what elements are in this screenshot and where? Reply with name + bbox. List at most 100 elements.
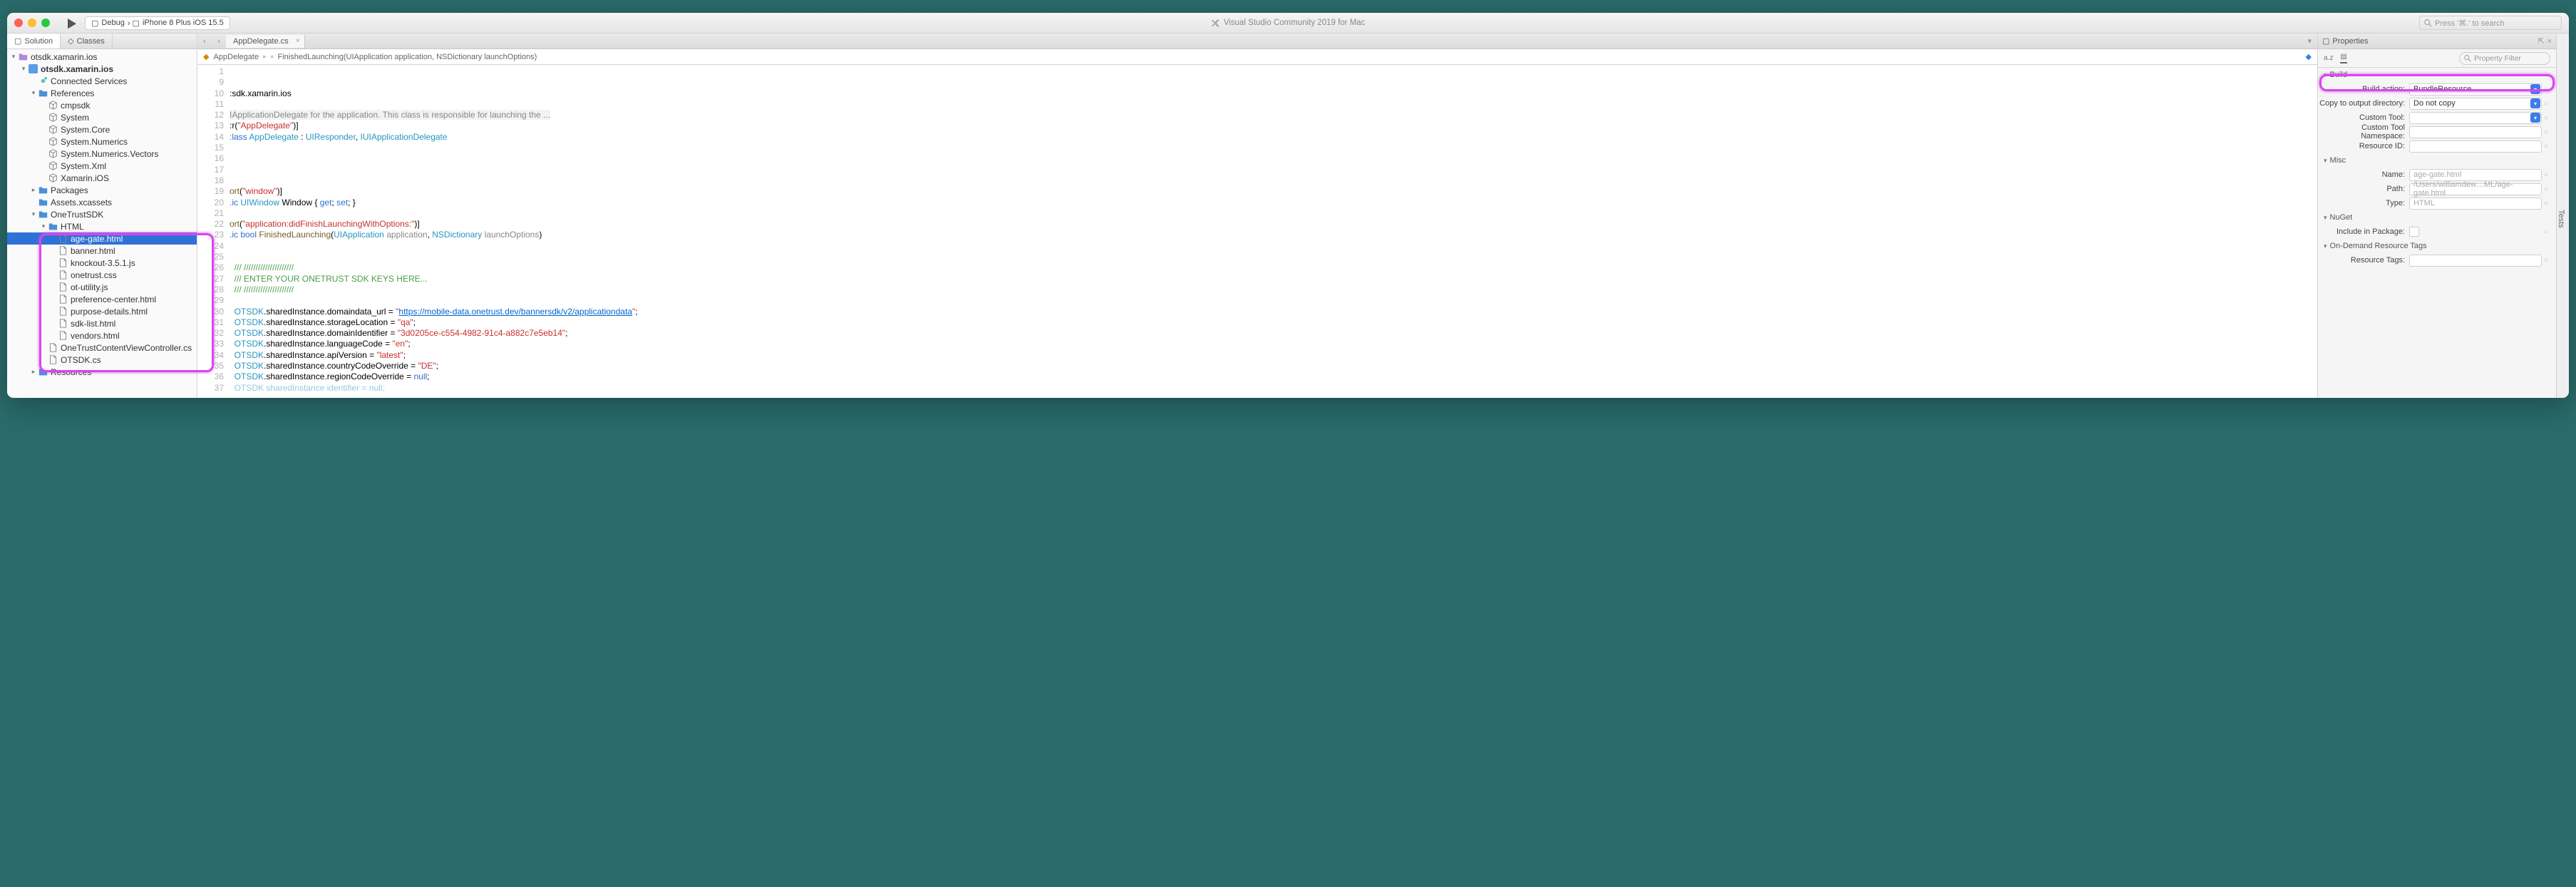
file-icon bbox=[57, 294, 68, 304]
path-field: /Users/williamdew…ML/age-gate.html bbox=[2409, 183, 2542, 195]
nav-forward-button[interactable]: › bbox=[212, 37, 226, 46]
breadcrumb-method[interactable]: FinishedLaunching(UIApplication applicat… bbox=[278, 53, 537, 61]
package-icon bbox=[47, 125, 58, 135]
main-window: ▢ Debug › ▢ iPhone 8 Plus iOS 15.5 Visua… bbox=[7, 13, 2569, 398]
tree-solution-root[interactable]: ▾otsdk.xamarin.ios bbox=[7, 51, 197, 63]
package-icon bbox=[47, 101, 58, 111]
breadcrumb-class[interactable]: AppDelegate bbox=[213, 53, 259, 61]
property-filter-input[interactable]: Property Filter bbox=[2459, 52, 2550, 65]
tree-project[interactable]: ▾otsdk.xamarin.ios bbox=[7, 63, 197, 75]
file-icon bbox=[47, 343, 58, 353]
tree-file-onetrust-css[interactable]: onetrust.css bbox=[7, 269, 197, 281]
copy-output-select[interactable]: Do not copy bbox=[2409, 98, 2542, 110]
tree-otcontent[interactable]: OneTrustContentViewController.cs bbox=[7, 342, 197, 354]
package-icon bbox=[47, 173, 58, 183]
tree-references[interactable]: ▾References bbox=[7, 87, 197, 99]
tree-ref-System.Numerics[interactable]: System.Numerics bbox=[7, 135, 197, 148]
section-tags[interactable]: ▾On-Demand Resource Tags bbox=[2318, 239, 2556, 253]
package-icon bbox=[47, 137, 58, 147]
file-icon bbox=[57, 331, 68, 341]
folder-icon bbox=[37, 185, 48, 195]
tree-html-folder[interactable]: ▾HTML bbox=[7, 220, 197, 232]
file-icon bbox=[27, 64, 38, 74]
build-config-selector[interactable]: ▢ Debug › ▢ iPhone 8 Plus iOS 15.5 bbox=[85, 16, 230, 30]
file-icon bbox=[57, 258, 68, 268]
file-icon bbox=[57, 307, 68, 317]
folder-icon bbox=[37, 198, 48, 207]
tree-file-preference-center-html[interactable]: preference-center.html bbox=[7, 293, 197, 305]
tree-file-vendors-html[interactable]: vendors.html bbox=[7, 329, 197, 342]
build-action-select[interactable]: BundleResource bbox=[2409, 83, 2542, 96]
tree-file-purpose-details-html[interactable]: purpose-details.html bbox=[7, 305, 197, 317]
tree-ref-Xamarin.iOS[interactable]: Xamarin.iOS bbox=[7, 172, 197, 184]
folder-icon bbox=[37, 367, 48, 377]
tab-solution[interactable]: ▢ Solution bbox=[7, 34, 61, 48]
tree-resources[interactable]: ▸Resources bbox=[7, 366, 197, 378]
solution-tree[interactable]: ▾otsdk.xamarin.ios▾otsdk.xamarin.iosConn… bbox=[7, 49, 197, 398]
panel-title: Properties bbox=[2332, 37, 2535, 46]
solution-panel: ▢ Solution ◇ Classes ▾otsdk.xamarin.ios▾… bbox=[7, 34, 197, 398]
close-panel-icon[interactable]: × bbox=[2547, 37, 2552, 46]
section-nuget[interactable]: ▾NuGet bbox=[2318, 210, 2556, 225]
file-icon bbox=[57, 234, 68, 244]
tree-file-ot-utility-js[interactable]: ot-utility.js bbox=[7, 281, 197, 293]
tests-tab[interactable]: Tests bbox=[2556, 34, 2569, 398]
minimize-icon[interactable] bbox=[28, 19, 36, 27]
custom-tool-ns-input[interactable] bbox=[2409, 126, 2542, 138]
tree-file-banner-html[interactable]: banner.html bbox=[7, 245, 197, 257]
tree-ref-System.Xml[interactable]: System.Xml bbox=[7, 160, 197, 172]
file-icon bbox=[37, 76, 48, 86]
close-tab-icon[interactable]: × bbox=[296, 37, 300, 45]
tree-onetrustsdk[interactable]: ▾OneTrustSDK bbox=[7, 208, 197, 220]
editor-breadcrumb[interactable]: ◆AppDelegate ▸ ▫FinishedLaunching(UIAppl… bbox=[197, 49, 2317, 65]
global-search-input[interactable]: Press '⌘.' to search bbox=[2419, 16, 2562, 30]
tree-ref-System[interactable]: System bbox=[7, 111, 197, 123]
folder-icon bbox=[37, 210, 48, 220]
tree-packages[interactable]: ▸Packages bbox=[7, 184, 197, 196]
panel-icon: ▢ bbox=[2322, 36, 2329, 46]
tab-appdelegate[interactable]: AppDelegate.cs× bbox=[226, 35, 305, 48]
properties-panel: ▢ Properties ⇱ × a.z ▤ Property Filter ▾… bbox=[2317, 34, 2556, 398]
titlebar: ▢ Debug › ▢ iPhone 8 Plus iOS 15.5 Visua… bbox=[7, 13, 2569, 34]
file-icon bbox=[47, 355, 58, 365]
nav-back-button[interactable]: ‹ bbox=[197, 37, 212, 46]
tree-ref-System.Core[interactable]: System.Core bbox=[7, 123, 197, 135]
app-title: Visual Studio Community 2019 for Mac bbox=[1211, 19, 1366, 28]
include-package-checkbox[interactable] bbox=[2409, 227, 2419, 237]
tab-classes[interactable]: ◇ Classes bbox=[61, 34, 113, 48]
zoom-icon[interactable] bbox=[41, 19, 50, 27]
sort-alpha-button[interactable]: a.z bbox=[2324, 54, 2333, 62]
tree-ref-cmpsdk[interactable]: cmpsdk bbox=[7, 99, 197, 111]
section-build[interactable]: ▾Build bbox=[2318, 68, 2556, 82]
folder-icon bbox=[37, 88, 48, 98]
sort-category-button[interactable]: ▤ bbox=[2340, 53, 2346, 63]
type-field: HTML bbox=[2409, 198, 2542, 210]
tree-file-age-gate-html[interactable]: age-gate.html bbox=[7, 232, 197, 245]
auto-hide-icon[interactable]: ⇱ bbox=[2538, 36, 2544, 46]
custom-tool-input[interactable] bbox=[2409, 112, 2542, 124]
file-icon bbox=[57, 270, 68, 280]
file-icon bbox=[57, 319, 68, 329]
run-button[interactable] bbox=[68, 19, 76, 27]
file-icon bbox=[57, 246, 68, 256]
file-icon bbox=[17, 52, 29, 62]
resource-id-input[interactable] bbox=[2409, 140, 2542, 153]
package-icon bbox=[47, 149, 58, 159]
code-editor[interactable]: 1910111213141516171819202122232425262728… bbox=[197, 65, 2317, 398]
resource-tags-input[interactable] bbox=[2409, 255, 2542, 267]
close-icon[interactable] bbox=[14, 19, 23, 27]
tree-connected-services[interactable]: Connected Services bbox=[7, 75, 197, 87]
tree-file-knockout-3-5-1-js[interactable]: knockout-3.5.1.js bbox=[7, 257, 197, 269]
tree-otsdk-cs[interactable]: OTSDK.cs bbox=[7, 354, 197, 366]
name-field: age-gate.html bbox=[2409, 169, 2542, 181]
tree-assets[interactable]: Assets.xcassets bbox=[7, 196, 197, 208]
tree-ref-System.Numerics.Vectors[interactable]: System.Numerics.Vectors bbox=[7, 148, 197, 160]
folder-icon bbox=[47, 222, 58, 232]
package-icon bbox=[47, 113, 58, 123]
tree-file-sdk-list-html[interactable]: sdk-list.html bbox=[7, 317, 197, 329]
file-icon bbox=[57, 282, 68, 292]
document-tabs: ‹ › AppDelegate.cs× ▾ bbox=[197, 34, 2317, 49]
package-icon bbox=[47, 161, 58, 171]
tab-overflow-icon[interactable]: ▾ bbox=[2307, 36, 2312, 46]
section-misc[interactable]: ▾Misc bbox=[2318, 153, 2556, 168]
